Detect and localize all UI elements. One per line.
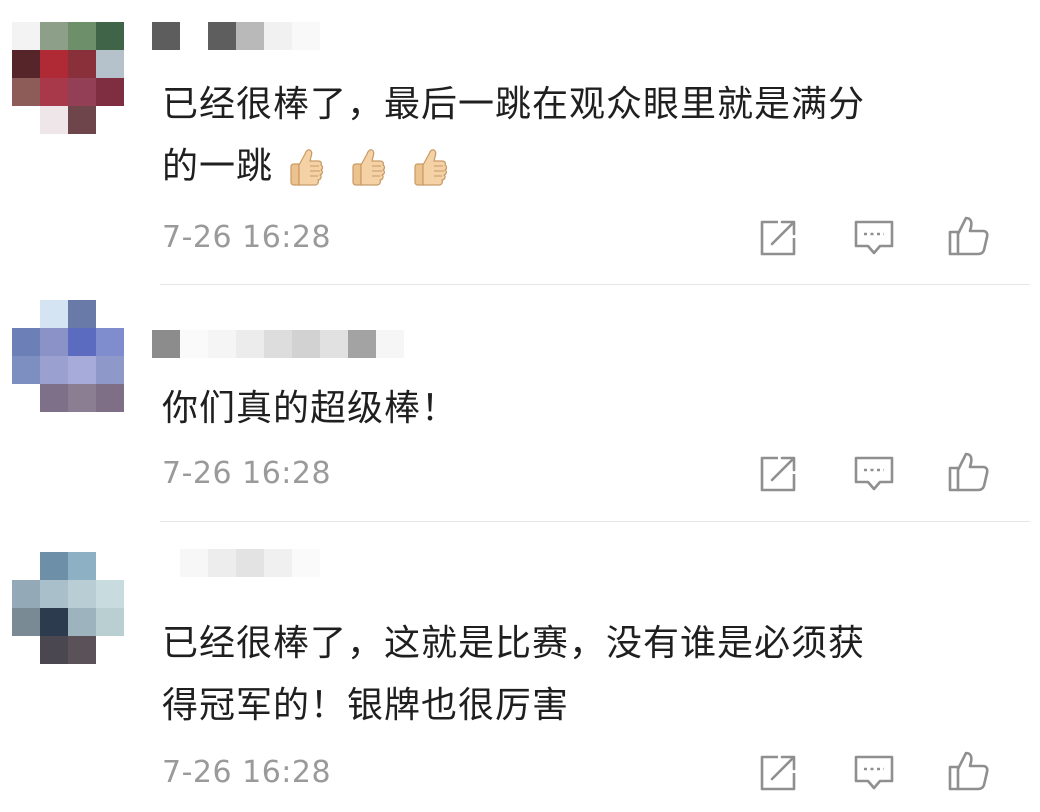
comment-text: 已经很棒了，最后一跳在观众眼里就是满分 的一跳 [162,74,992,198]
comment-icon[interactable] [852,751,896,795]
username[interactable] [152,22,320,50]
share-icon[interactable] [756,452,800,496]
share-icon[interactable] [756,216,800,260]
comment-text: 已经很棒了，这就是比赛，没有谁是必须获 得冠军的！银牌也很厉害 [162,613,992,737]
like-icon[interactable] [946,749,990,793]
username[interactable] [152,330,404,358]
like-icon[interactable] [946,450,990,494]
avatar[interactable] [12,552,124,664]
comment-icon[interactable] [852,452,896,496]
comment-item: 已经很棒了，这就是比赛，没有谁是必须获 得冠军的！银牌也很厉害 7-26 16:… [0,523,1040,812]
divider [160,521,1030,522]
comment-text-line: 得冠军的！银牌也很厉害 [162,685,570,726]
timestamp: 7-26 16:28 [162,755,332,790]
comment-text-line: 你们真的超级棒！ [162,388,459,429]
timestamp: 7-26 16:28 [162,456,332,491]
avatar[interactable] [12,300,124,412]
thumbs-up-emoji-icon [345,146,389,190]
comment-item: 你们真的超级棒！ 7-26 16:28 [0,286,1040,522]
thumbs-up-emoji-icon [283,146,327,190]
comment-text-line: 已经很棒了，这就是比赛，没有谁是必须获 [162,623,866,664]
comment-text-fragment: 的一跳 [162,146,274,187]
timestamp: 7-26 16:28 [162,220,332,255]
comment-text-line: 的一跳 [162,136,992,198]
avatar[interactable] [12,22,124,134]
comment-item: 已经很棒了，最后一跳在观众眼里就是满分 的一跳 7-26 16:28 [0,0,1040,285]
comment-icon[interactable] [852,216,896,260]
thumbs-up-emoji-icon [407,146,451,190]
divider [160,284,1030,285]
comment-text-line: 已经很棒了，最后一跳在观众眼里就是满分 [162,84,866,125]
comment-text: 你们真的超级棒！ [162,378,992,440]
share-icon[interactable] [756,751,800,795]
username[interactable] [152,549,320,577]
like-icon[interactable] [946,214,990,258]
